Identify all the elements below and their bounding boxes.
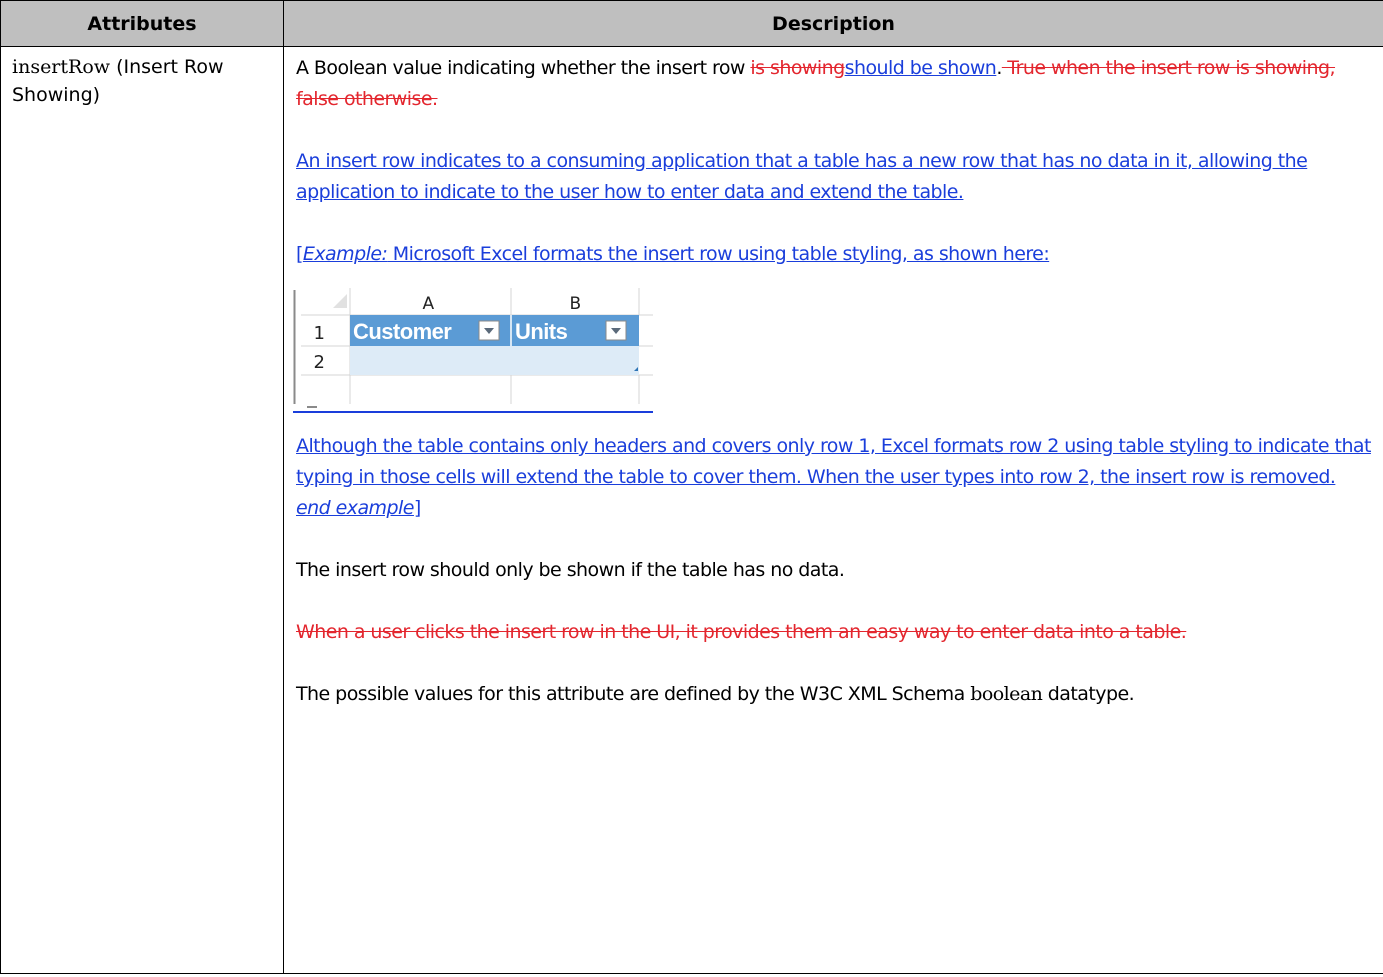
column-header-b: B xyxy=(569,294,580,314)
example-label: Example: xyxy=(302,243,388,265)
desc-paragraph-4: Although the table contains only headers… xyxy=(296,431,1371,524)
inserted-text: should be shown xyxy=(844,57,997,79)
document-page: Attributes Description insertRow (Insert… xyxy=(0,0,1383,977)
table-row: insertRow (Insert Row Showing) A Boolean… xyxy=(0,46,1383,974)
header-cell-customer: Customer xyxy=(353,319,452,344)
attributes-table: Attributes Description insertRow (Insert… xyxy=(0,0,1383,974)
row-number-2: 2 xyxy=(314,352,325,373)
end-example-label: end example xyxy=(296,497,414,519)
text-run: Although the table contains only headers… xyxy=(296,435,1371,488)
desc-paragraph-1: A Boolean value indicating whether the i… xyxy=(296,53,1371,115)
desc-paragraph-7: The possible values for this attribute a… xyxy=(296,679,1371,710)
attribute-cell: insertRow (Insert Row Showing) xyxy=(0,46,284,974)
bracket-close: ] xyxy=(413,497,421,519)
desc-paragraph-5: The insert row should only be shown if t… xyxy=(296,559,845,581)
text-run: The possible values for this attribute a… xyxy=(296,683,971,705)
column-header-a: A xyxy=(422,294,434,314)
attribute-name: insertRow xyxy=(12,56,111,78)
header-description: Description xyxy=(283,0,1383,47)
desc-paragraph-6-deleted: When a user clicks the insert row in the… xyxy=(296,621,1187,643)
deleted-text: is showing xyxy=(750,57,845,79)
excel-grid-image: A B 1 2 Customer Units xyxy=(293,286,653,411)
schema-type-name: boolean xyxy=(970,683,1043,705)
bracket-open: [ xyxy=(296,243,303,265)
excel-insert-row-figure: A B 1 2 Customer Units xyxy=(293,286,653,413)
insert-row-fill xyxy=(350,346,639,375)
description-cell: A Boolean value indicating whether the i… xyxy=(283,46,1383,974)
header-attributes: Attributes xyxy=(0,0,284,47)
header-cell-units: Units xyxy=(515,319,568,344)
text-run: Microsoft Excel formats the insert row u… xyxy=(387,243,1050,265)
row-number-1: 1 xyxy=(314,323,325,344)
header-row: Attributes Description xyxy=(0,0,1383,47)
desc-paragraph-2: An insert row indicates to a consuming a… xyxy=(296,150,1308,203)
text-run: A Boolean value indicating whether the i… xyxy=(296,57,751,79)
desc-paragraph-3: [Example: Microsoft Excel formats the in… xyxy=(296,239,1371,270)
text-run: datatype. xyxy=(1042,683,1135,705)
